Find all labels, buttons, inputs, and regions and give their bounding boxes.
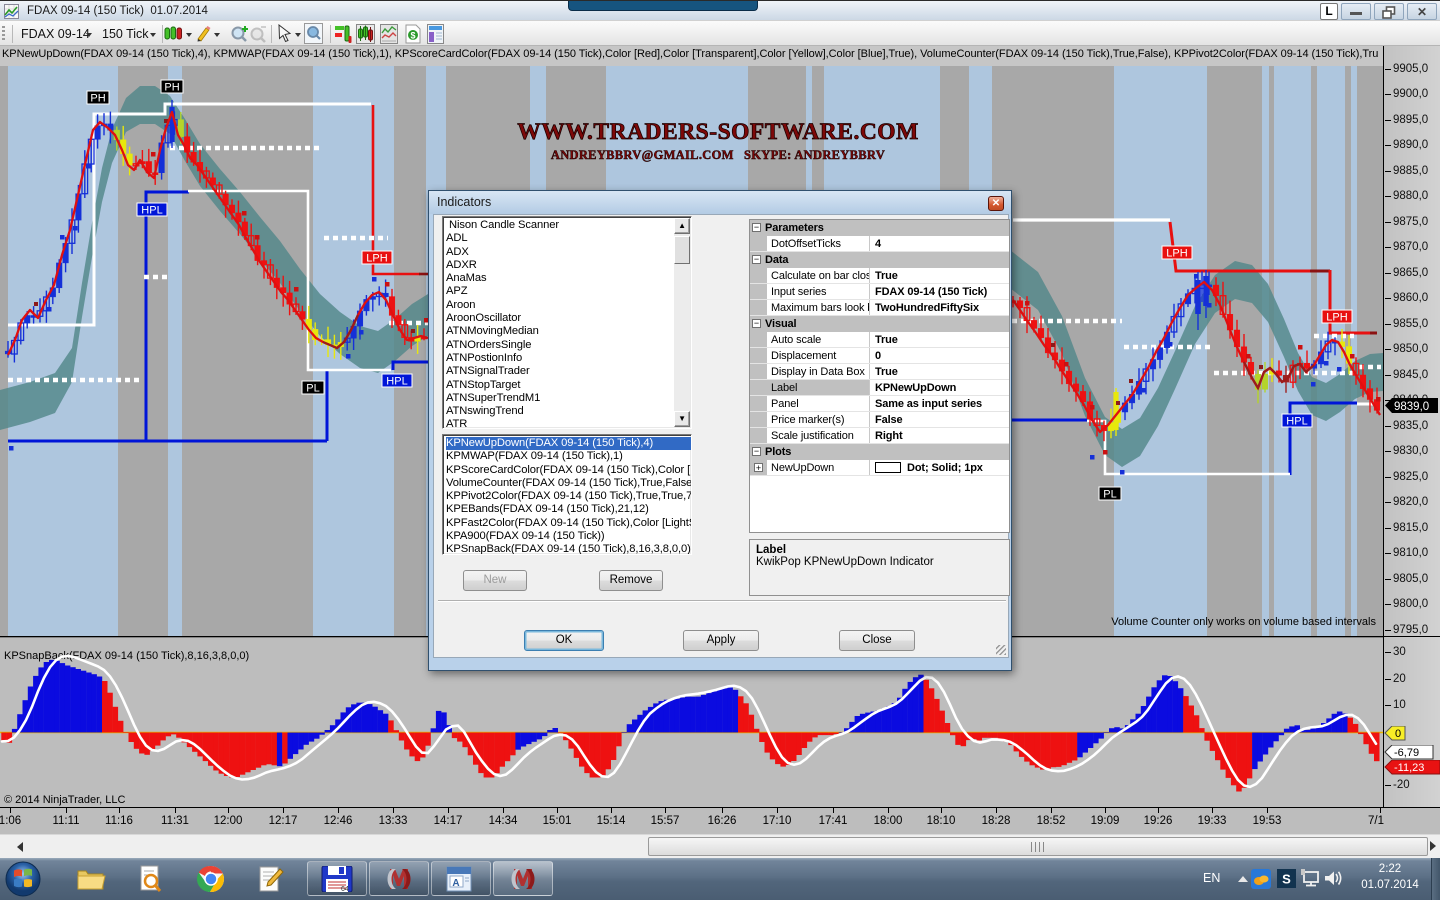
svg-text:LPH: LPH (1326, 312, 1347, 324)
svg-text:PH: PH (90, 93, 105, 105)
svg-text:$: $ (410, 31, 415, 41)
svg-text:HPL: HPL (1286, 416, 1307, 428)
svg-text:9839,0: 9839,0 (1394, 401, 1429, 413)
svg-text:0: 0 (1395, 728, 1401, 740)
svg-text:PL: PL (306, 383, 319, 395)
svg-text:PH: PH (164, 82, 179, 94)
svg-text:HPL: HPL (386, 376, 407, 388)
svg-text:HPL: HPL (141, 205, 162, 217)
svg-text:ANDREYBBRV@GMAIL.COM SKYPE:: ANDREYBBRV@GMAIL.COM SKYPE: ANDREYBBRV (551, 148, 885, 162)
svg-text:A: A (452, 878, 459, 889)
svg-text:64: 64 (341, 886, 349, 892)
svg-text:KPSnapBack(FDAX 09-14 (150 Tic: KPSnapBack(FDAX 09-14 (150 Tick),8,16,3,… (4, 650, 249, 662)
svg-text:LPH: LPH (1166, 248, 1187, 260)
svg-text:WWW.TRADERS-SOFTWARE.COM: WWW.TRADERS-SOFTWARE.COM (517, 119, 919, 145)
svg-text:LPH: LPH (366, 253, 387, 265)
svg-text:S: S (1282, 872, 1291, 887)
svg-text:-11,23: -11,23 (1394, 762, 1424, 774)
svg-text:© 2014 NinjaTrader, LLC: © 2014 NinjaTrader, LLC (4, 794, 125, 806)
svg-text:Volume Counter only works on v: Volume Counter only works on volume base… (1111, 616, 1376, 628)
svg-text:-6,79: -6,79 (1394, 747, 1419, 759)
svg-text:PL: PL (1103, 489, 1116, 501)
